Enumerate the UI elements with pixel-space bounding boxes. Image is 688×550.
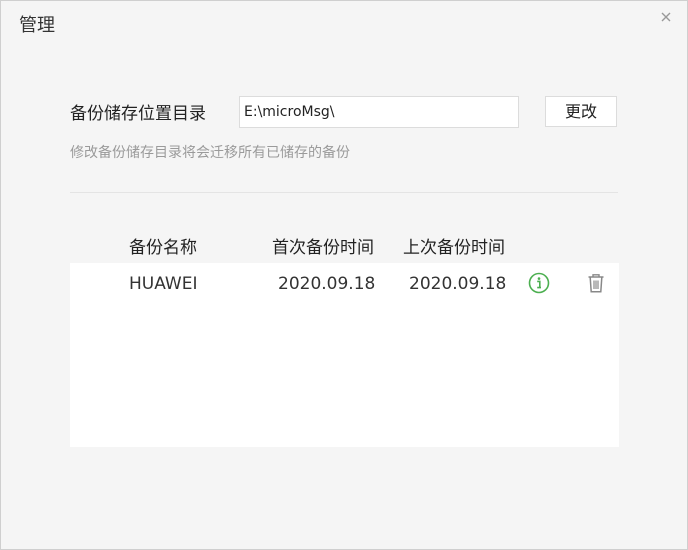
manage-dialog: 管理 备份储存位置目录 更改 修改备份储存目录将会迁移所有已储存的备份 备份名称…: [0, 0, 688, 550]
info-icon[interactable]: [528, 272, 550, 294]
trash-icon[interactable]: [586, 272, 606, 294]
backup-dir-label: 备份储存位置目录: [70, 104, 206, 124]
change-button[interactable]: 更改: [545, 96, 617, 127]
dialog-title: 管理: [19, 15, 55, 36]
first-backup-cell: 2020.09.18: [278, 274, 376, 294]
column-header-first-backup: 首次备份时间: [272, 238, 374, 258]
last-backup-cell: 2020.09.18: [409, 274, 507, 294]
column-header-last-backup: 上次备份时间: [403, 238, 505, 258]
close-icon[interactable]: [658, 9, 674, 25]
backup-dir-input[interactable]: [239, 96, 519, 128]
backup-dir-hint: 修改备份储存目录将会迁移所有已储存的备份: [70, 145, 350, 161]
backup-name-cell: HUAWEI: [129, 274, 198, 294]
divider: [70, 192, 618, 193]
column-header-name: 备份名称: [129, 238, 197, 258]
